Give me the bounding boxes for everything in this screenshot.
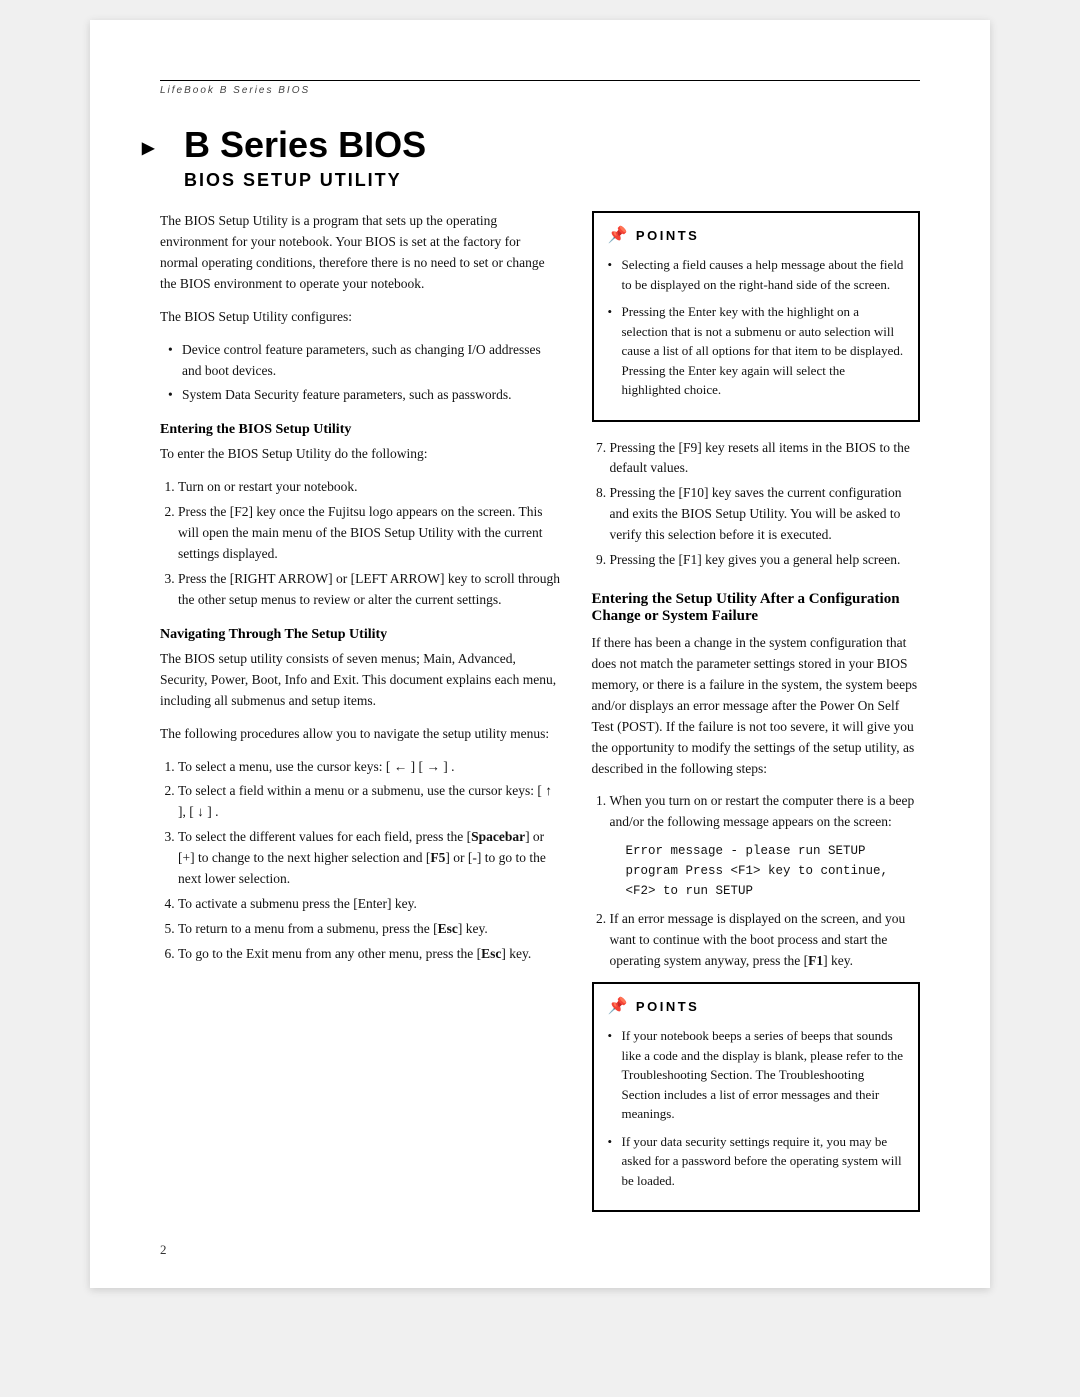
header-bar: LifeBook B Series BIOS <box>160 80 920 96</box>
monospace-block: Error message - please run SETUPprogram … <box>626 841 921 901</box>
navigating-heading: Navigating Through The Setup Utility <box>160 627 562 643</box>
list-item: Pressing the Enter key with the highligh… <box>608 302 905 400</box>
subtitle: BIOS SETUP UTILITY <box>184 170 920 191</box>
page: LifeBook B Series BIOS ▶ B Series BIOS B… <box>90 20 990 1288</box>
main-title: B Series BIOS <box>184 124 920 166</box>
list-item: To activate a submenu press the [Enter] … <box>178 894 562 915</box>
left-column: The BIOS Setup Utility is a program that… <box>160 211 562 1228</box>
list-item: If an error message is displayed on the … <box>610 909 921 972</box>
list-item: Press the [F2] key once the Fujitsu logo… <box>178 502 562 565</box>
entering-bios-steps: Turn on or restart your notebook. Press … <box>178 477 562 611</box>
config-failure-para1: If there has been a change in the system… <box>592 633 921 779</box>
points-list-2: If your notebook beeps a series of beeps… <box>608 1026 905 1190</box>
entering-bios-heading: Entering the BIOS Setup Utility <box>160 422 562 438</box>
chapter-arrow: ▶ <box>142 138 154 158</box>
list-item: To select the different values for each … <box>178 827 562 890</box>
configures-label: The BIOS Setup Utility configures: <box>160 307 562 328</box>
config-failure-steps: When you turn on or restart the computer… <box>610 791 921 972</box>
list-item: Device control feature parameters, such … <box>168 340 562 382</box>
steps-789: Pressing the [F9] key resets all items i… <box>610 438 921 572</box>
list-item: Selecting a field causes a help message … <box>608 255 905 294</box>
list-item: System Data Security feature parameters,… <box>168 385 562 406</box>
list-item: If your data security settings require i… <box>608 1132 905 1191</box>
points-icon-2: 📌 <box>608 996 630 1016</box>
points-box-1: 📌 POINTS Selecting a field causes a help… <box>592 211 921 422</box>
points-label-1: POINTS <box>636 228 699 243</box>
list-item: Pressing the [F10] key saves the current… <box>610 483 921 546</box>
navigating-para1: The BIOS setup utility consists of seven… <box>160 649 562 712</box>
list-item: Press the [RIGHT ARROW] or [LEFT ARROW] … <box>178 569 562 611</box>
points-list-1: Selecting a field causes a help message … <box>608 255 905 400</box>
navigating-steps: To select a menu, use the cursor keys: [… <box>178 757 562 965</box>
points-icon-1: 📌 <box>608 225 630 245</box>
points-box-2: 📌 POINTS If your notebook beeps a series… <box>592 982 921 1212</box>
right-column: 📌 POINTS Selecting a field causes a help… <box>592 211 921 1228</box>
list-item: To select a menu, use the cursor keys: [… <box>178 757 562 778</box>
list-item: Turn on or restart your notebook. <box>178 477 562 498</box>
list-item: To select a field within a menu or a sub… <box>178 781 562 823</box>
points-header-1: 📌 POINTS <box>608 225 905 245</box>
list-item: When you turn on or restart the computer… <box>610 791 921 901</box>
two-column-layout: The BIOS Setup Utility is a program that… <box>160 211 920 1228</box>
list-item: If your notebook beeps a series of beeps… <box>608 1026 905 1124</box>
list-item: To go to the Exit menu from any other me… <box>178 944 562 965</box>
points-label-2: POINTS <box>636 999 699 1014</box>
entering-bios-intro: To enter the BIOS Setup Utility do the f… <box>160 444 562 465</box>
config-failure-heading: Entering the Setup Utility After a Confi… <box>592 591 921 625</box>
list-item: To return to a menu from a submenu, pres… <box>178 919 562 940</box>
points-header-2: 📌 POINTS <box>608 996 905 1016</box>
configures-list: Device control feature parameters, such … <box>168 340 562 407</box>
page-number: 2 <box>160 1242 167 1258</box>
navigating-para2: The following procedures allow you to na… <box>160 724 562 745</box>
intro-paragraph: The BIOS Setup Utility is a program that… <box>160 211 562 295</box>
header-title: LifeBook B Series BIOS <box>160 85 310 96</box>
list-item: Pressing the [F9] key resets all items i… <box>610 438 921 480</box>
list-item: Pressing the [F1] key gives you a genera… <box>610 550 921 571</box>
